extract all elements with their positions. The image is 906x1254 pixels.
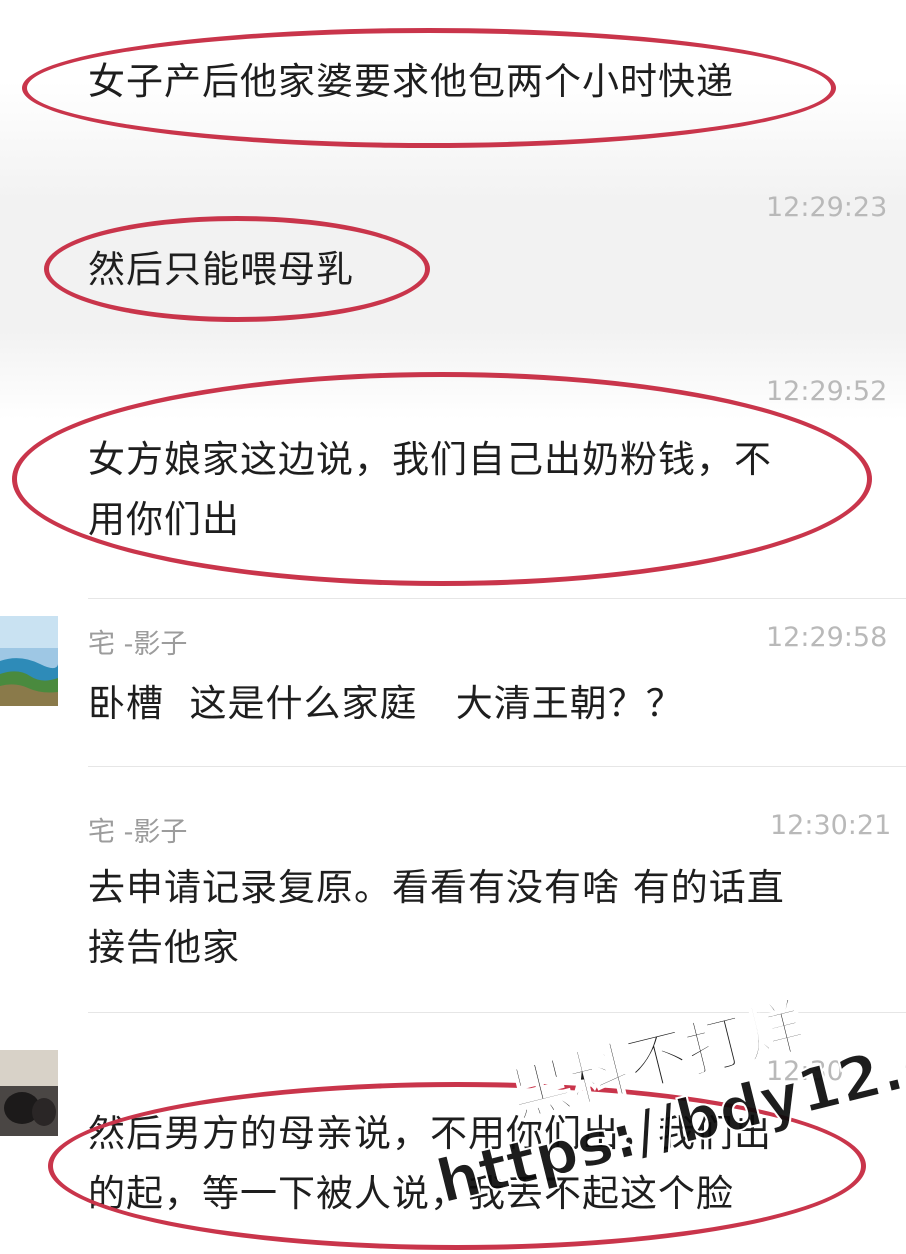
annotation-ellipse-3: [12, 372, 872, 586]
sender-nickname: 宅 -影子: [88, 629, 188, 660]
message-text-4: 卧槽 这是什么家庭 大清王朝？？: [88, 682, 684, 725]
avatar[interactable]: [0, 1050, 58, 1136]
avatar[interactable]: [0, 616, 58, 706]
message-divider: [88, 766, 906, 767]
timestamp-3: 12:29:52: [766, 376, 888, 407]
timestamp-4: 12:29:58: [766, 622, 888, 653]
timestamp-5: 12:30:21: [770, 810, 892, 841]
annotation-ellipse-2: [44, 216, 430, 322]
timestamp-2: 12:29:23: [766, 192, 888, 223]
message-divider: [88, 598, 906, 599]
message-text-5: 去申请记录复原。看看有没有啥 有的话直 接告他家: [88, 866, 785, 969]
annotation-ellipse-1: [22, 28, 836, 148]
sender-nickname: 宅 -影子: [88, 817, 188, 848]
